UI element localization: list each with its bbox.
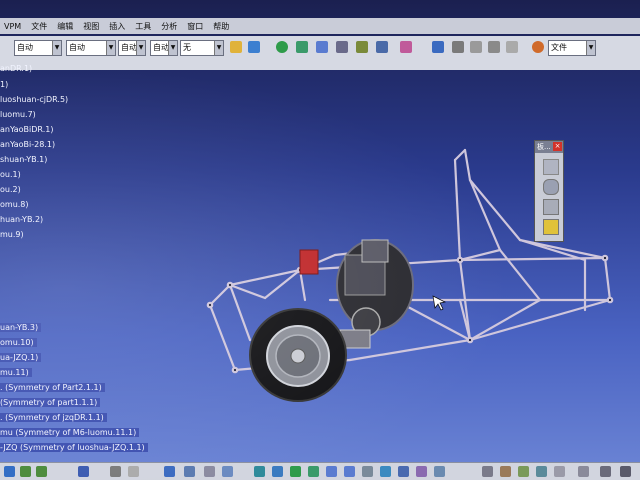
- frame-node: [206, 301, 214, 309]
- frame-node: [231, 366, 239, 374]
- frame-tube: [208, 303, 237, 372]
- frame-tube: [468, 178, 522, 242]
- frame-tube: [453, 158, 462, 262]
- frame-tube: [463, 148, 472, 182]
- zoom-out-bottom-icon[interactable]: [344, 466, 355, 477]
- close-icon[interactable]: ×: [553, 142, 562, 151]
- frame-node: [601, 254, 609, 262]
- measure-bottom-icon[interactable]: [600, 466, 611, 477]
- hide-show-icon[interactable]: [416, 466, 427, 477]
- mouse-cursor-icon: [432, 295, 447, 311]
- select-icon[interactable]: [4, 466, 15, 477]
- table-icon[interactable]: [164, 466, 175, 477]
- hub: [290, 348, 306, 364]
- undo-icon[interactable]: [20, 466, 31, 477]
- frame-tube: [498, 248, 542, 302]
- product-icon[interactable]: [204, 466, 215, 477]
- pan-bottom-icon[interactable]: [290, 466, 301, 477]
- palette-tool-2-icon[interactable]: [543, 179, 559, 195]
- fit-all-bottom-icon[interactable]: [272, 466, 283, 477]
- bottom-toolbar: [0, 462, 640, 480]
- frame-tube: [468, 178, 502, 252]
- palette-tool-4-icon[interactable]: [543, 219, 559, 235]
- clash-icon[interactable]: [554, 466, 565, 477]
- red-component: [299, 249, 319, 275]
- frame-tube: [518, 238, 607, 260]
- shading-bottom-icon[interactable]: [398, 466, 409, 477]
- rear-wheel: [249, 308, 347, 402]
- sectioning-icon[interactable]: [578, 466, 589, 477]
- rotate-bottom-icon[interactable]: [308, 466, 319, 477]
- comment-icon[interactable]: [128, 466, 139, 477]
- fly-mode-icon[interactable]: [254, 466, 265, 477]
- frame-tube: [208, 283, 232, 307]
- palette-tool-3-icon[interactable]: [543, 199, 559, 215]
- frame-tube: [228, 283, 267, 300]
- palette-tool-1-icon[interactable]: [543, 159, 559, 175]
- frame-tube: [468, 298, 542, 342]
- redo-icon[interactable]: [36, 466, 47, 477]
- explode-icon[interactable]: [536, 466, 547, 477]
- frame-node: [456, 256, 464, 264]
- intake: [361, 239, 389, 263]
- frame-tube: [603, 256, 612, 302]
- zoom-in-bottom-icon[interactable]: [326, 466, 337, 477]
- iso-view-icon[interactable]: [380, 466, 391, 477]
- normal-view-bottom-icon[interactable]: [362, 466, 373, 477]
- component-icon[interactable]: [222, 466, 233, 477]
- snap-icon[interactable]: [518, 466, 529, 477]
- frame-tube: [453, 148, 467, 162]
- floating-toolbar-palette: 板... ×: [534, 140, 564, 242]
- frame-tube: [468, 298, 612, 342]
- swap-space-icon[interactable]: [434, 466, 445, 477]
- frame-node: [606, 296, 614, 304]
- formula-icon[interactable]: [110, 466, 121, 477]
- frame-node: [226, 281, 234, 289]
- tree-icon[interactable]: [184, 466, 195, 477]
- constraint-icon[interactable]: [482, 466, 493, 477]
- help-icon[interactable]: [78, 466, 89, 477]
- manipulate-icon[interactable]: [500, 466, 511, 477]
- frame-tube: [518, 238, 587, 262]
- frame-node: [466, 336, 474, 344]
- frame-tube: [228, 283, 252, 342]
- more-tools-icon[interactable]: [620, 466, 631, 477]
- catia-screen: VPM 文件 编辑 视图 插入 工具 分析 窗口 帮助 自动 ▼ 自动 ▼ 自动…: [0, 0, 640, 480]
